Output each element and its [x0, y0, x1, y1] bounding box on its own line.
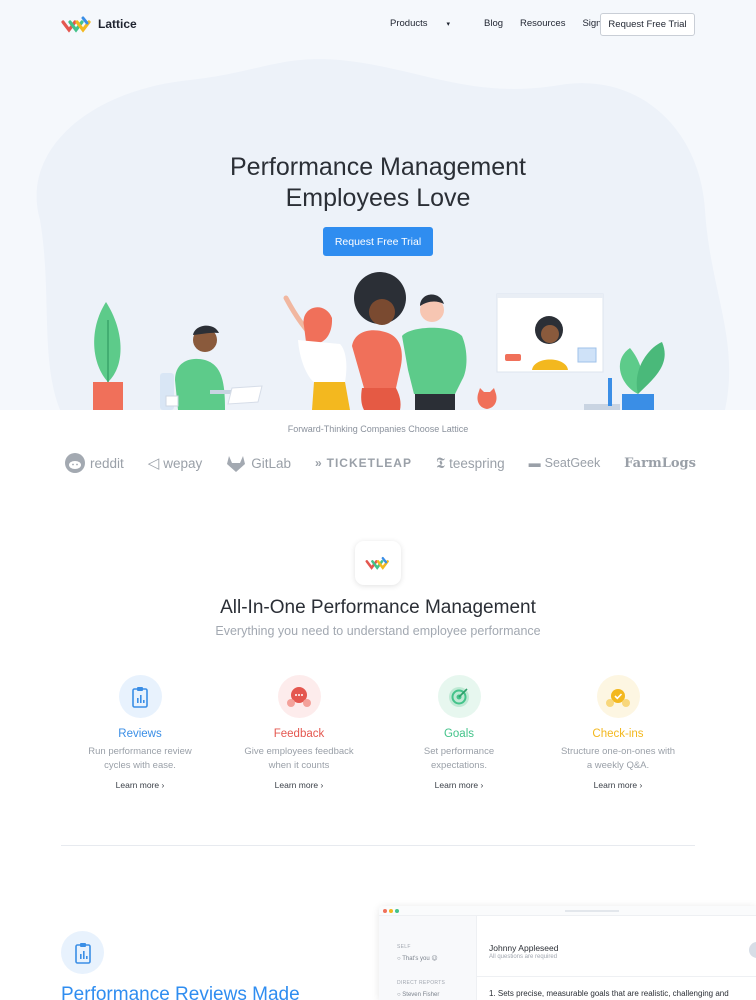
feature-check-ins-title: Check-ins — [592, 728, 644, 740]
sidebar-item-steven-fisher[interactable]: ○ Steven Fisher — [397, 992, 439, 998]
window-address-bar — [565, 910, 619, 912]
self-label: SELF — [397, 944, 411, 950]
section-divider — [61, 845, 695, 846]
seatgeek-logo: ▬ SeatGeek — [529, 456, 601, 470]
reviews-section-icon — [61, 931, 104, 974]
wepay-arrow-icon: ◁ — [147, 455, 160, 472]
app-preview-titlebar — [379, 906, 756, 916]
seatgeek-hat-icon: ▬ — [528, 456, 541, 470]
feature-reviews-description: Run performance review cycles with ease. — [60, 745, 220, 773]
ticketleap-logo-text: TICKETLEAP — [326, 456, 412, 470]
gitlab-fox-icon — [227, 456, 246, 472]
feature-check-ins-desc-line2: a weekly Q&A. — [586, 760, 650, 771]
lattice-app-icon — [355, 541, 401, 585]
feature-reviews-desc-line2: cycles with ease. — [104, 760, 176, 771]
feature-feedback-desc-line2: when it counts — [268, 760, 330, 771]
feature-reviews-desc-line1: Run performance review — [88, 746, 192, 757]
check-ins-icon — [596, 675, 640, 718]
reddit-logo-text: reddit — [90, 455, 124, 471]
ticketleap-logo: » TICKETLEAP — [315, 456, 412, 470]
brand-name: Lattice — [98, 17, 137, 31]
nav-request-trial-button[interactable]: Request Free Trial — [600, 13, 695, 36]
reddit-icon — [65, 453, 85, 473]
self-item-text: That's you 😉 — [402, 956, 438, 962]
cat-illustration — [477, 388, 497, 409]
feature-feedback: Feedback Give employees feedback when it … — [219, 675, 379, 790]
teespring-logo-text: teespring — [449, 455, 505, 471]
window-maximize-dot — [395, 909, 399, 913]
feature-check-ins: Check-ins Structure one-on-ones with a we… — [538, 675, 698, 790]
feature-feedback-title: Feedback — [273, 728, 325, 740]
required-note: All questions are required — [489, 954, 558, 960]
farmlogs-logo-text: FarmLogs — [624, 455, 696, 471]
ticketleap-chevrons-icon: » — [314, 456, 323, 470]
feature-goals-description: Set performance expectations. — [379, 745, 539, 773]
teespring-logo: 𝕿 teespring — [436, 455, 505, 472]
feature-reviews-learn-more-link[interactable]: Learn more › — [60, 780, 220, 790]
nav-links: Products ▾ Blog Resources Sign in — [390, 18, 629, 29]
hero-illustration — [93, 272, 665, 410]
teespring-shirt-icon: 𝕿 — [435, 454, 446, 472]
farmlogs-logo: FarmLogs — [624, 456, 696, 471]
wepay-logo-text: wepay — [163, 455, 203, 471]
feature-reviews: Reviews Run performance review cycles wit… — [60, 675, 220, 790]
woman-red-hair-illustration — [283, 295, 350, 410]
app-preview-window: SELF ○ That's you 😉 DIRECT REPORTS ○ Ste… — [379, 906, 756, 1000]
companies-title: Forward-Thinking Companies Choose Lattic… — [287, 424, 469, 434]
nav-item-resources[interactable]: Resources — [520, 18, 565, 29]
app-preview-sidebar: SELF ○ That's you 😉 DIRECT REPORTS ○ Ste… — [379, 916, 477, 1000]
seatgeek-logo-text: SeatGeek — [544, 456, 601, 470]
avatar — [749, 942, 756, 958]
feedback-icon — [277, 675, 321, 718]
feature-feedback-desc-line1: Give employees feedback — [244, 746, 354, 757]
lattice-logo-icon — [365, 557, 389, 570]
feature-goals-desc-line2: expectations. — [431, 760, 487, 771]
hero-title-line2: Employees Love — [285, 184, 471, 212]
section-title: All-In-One Performance Management — [220, 597, 536, 618]
top-navigation: Lattice Products ▾ Blog Resources Sign in… — [0, 0, 756, 48]
nav-products-label: Products — [390, 18, 428, 29]
content-divider — [477, 976, 756, 977]
chevron-down-icon: ▾ — [446, 21, 451, 28]
steven-fisher-text: Steven Fisher — [402, 992, 440, 998]
feature-reviews-title: Reviews — [118, 728, 162, 740]
review-question-text: 1. Sets precise, measurable goals that a… — [489, 989, 729, 998]
feature-check-ins-description: Structure one-on-ones with a weekly Q&A. — [538, 745, 698, 773]
feature-goals-learn-more-link[interactable]: Learn more › — [379, 780, 539, 790]
hero-title-line1: Performance Management — [230, 153, 526, 181]
section-subtitle: Everything you need to understand employ… — [215, 624, 541, 638]
app-preview-main: Johnny Appleseed All questions are requi… — [477, 916, 756, 1000]
gitlab-logo: GitLab — [226, 454, 291, 472]
reddit-logo: reddit — [64, 452, 124, 474]
nav-item-products[interactable]: Products ▾ — [390, 18, 467, 29]
goals-icon — [437, 675, 481, 718]
reviews-section-title: Performance Reviews Made — [61, 984, 300, 1000]
brand-logo[interactable]: Lattice — [61, 14, 137, 34]
feature-feedback-description: Give employees feedback when it counts — [219, 745, 379, 773]
lattice-logo-icon — [61, 16, 91, 33]
wepay-logo: ◁ wepay — [148, 454, 203, 472]
sidebar-item-self[interactable]: ○ That's you 😉 — [397, 955, 438, 962]
man-green-shirt-illustration — [402, 294, 467, 410]
hero-title: Performance Management Employees Love — [0, 152, 756, 214]
person-at-desk-illustration — [160, 325, 263, 410]
reviewee-name: Johnny Appleseed — [489, 943, 559, 953]
feature-feedback-learn-more-link[interactable]: Learn more › — [219, 780, 379, 790]
company-logos: reddit ◁ wepay GitLab » TICKETLEAP 𝕿 tee… — [64, 450, 696, 476]
woman-afro-illustration — [352, 272, 406, 410]
plant-left-illustration — [93, 302, 123, 410]
video-call-illustration — [496, 293, 604, 373]
feature-check-ins-desc-line1: Structure one-on-ones with — [560, 746, 676, 757]
feature-check-ins-learn-more-link[interactable]: Learn more › — [538, 780, 698, 790]
feature-goals-title: Goals — [443, 728, 475, 740]
hero-request-trial-button[interactable]: Request Free Trial — [323, 227, 433, 256]
feature-goals: Goals Set performance expectations. Learn… — [379, 675, 539, 790]
window-minimize-dot — [389, 909, 393, 913]
reviews-icon — [118, 675, 162, 718]
nav-item-blog[interactable]: Blog — [484, 18, 503, 29]
direct-reports-label: DIRECT REPORTS — [397, 980, 446, 986]
gitlab-logo-text: GitLab — [251, 455, 292, 471]
window-close-dot — [383, 909, 387, 913]
feature-goals-desc-line1: Set performance — [423, 746, 495, 757]
